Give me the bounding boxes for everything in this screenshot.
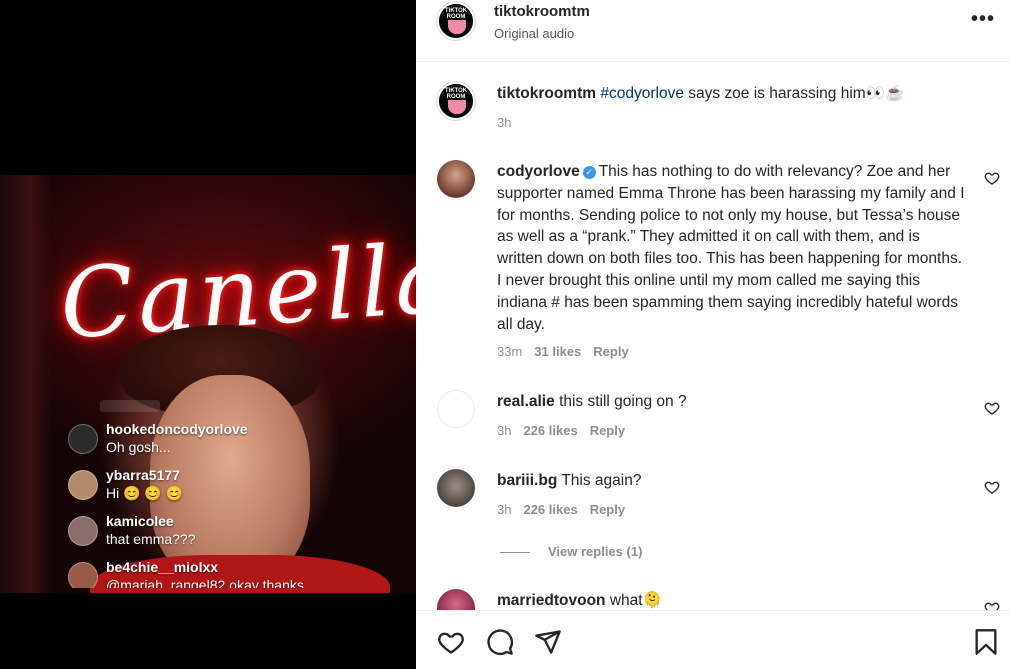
like-heart-icon[interactable] (984, 600, 1000, 610)
share-icon[interactable] (534, 628, 562, 656)
live-comment-user: be4chie__miolxx (106, 559, 219, 575)
reply-button[interactable]: Reply (590, 502, 625, 517)
avatar-logo-text: TIKTOK ROOM (444, 8, 468, 20)
post-panel: TIKTOK ROOM tiktokroomtm Original audio … (416, 0, 1009, 669)
comment-time: 3h (497, 502, 512, 517)
avatar (68, 516, 98, 546)
live-comment-text: that emma??? (106, 531, 196, 547)
comment-meta: 33m 31 likes Reply (497, 344, 629, 359)
verified-icon: ✓ (582, 166, 596, 179)
caption-text: says zoe is harassing him👀☕ (683, 85, 905, 102)
avatar[interactable] (437, 469, 475, 507)
comment-likes[interactable]: 226 likes (523, 502, 577, 517)
avatar-logo-text: TIKTOK ROOM (444, 88, 468, 100)
comment-icon[interactable] (486, 628, 514, 656)
comment-username[interactable]: codyorlove (497, 163, 580, 180)
heart-icon[interactable] (437, 628, 465, 656)
comment-body: bariii.bg This again? (497, 470, 967, 492)
video-edge-shadow (0, 175, 52, 593)
caption-hashtag[interactable]: #codyorlove (600, 85, 684, 102)
comment-meta: 3h 226 likes Reply (497, 502, 625, 517)
comment-username[interactable]: marriedtovoon (497, 592, 606, 609)
live-comment: kamicolee that emma??? (68, 512, 368, 558)
live-comments-list: hookedoncodyorlove Oh gosh... ybarra5177… (68, 420, 368, 588)
comment-likes[interactable]: 31 likes (534, 344, 581, 359)
action-bar (416, 610, 1009, 669)
comment-body: marriedtovoon what🫠 (497, 590, 967, 610)
post-media[interactable]: Canella hookedoncodyorlove Oh gosh... yb… (0, 0, 416, 669)
cup-icon (448, 100, 466, 114)
live-comment-text: Hi 😊 😊 😊 (106, 485, 184, 501)
post-header: TIKTOK ROOM tiktokroomtm Original audio … (416, 0, 1009, 62)
comment-likes[interactable]: 226 likes (523, 423, 577, 438)
avatar[interactable] (437, 390, 475, 428)
live-comment-user: hookedoncodyorlove (106, 421, 248, 437)
live-comment: be4chie__miolxx @mariah_rangel82 okay th… (68, 558, 368, 588)
live-comment-user: ybarra5177 (106, 467, 180, 483)
audio-label[interactable]: Original audio (494, 26, 574, 41)
live-comment: hookedoncodyorlove Oh gosh... (68, 420, 368, 466)
author-username[interactable]: tiktokroomtm (494, 3, 590, 20)
comment-text: This again? (561, 472, 642, 489)
divider (500, 552, 530, 554)
comment-body: codyorlove ✓ This has nothing to do with r… (497, 161, 967, 335)
comment-text: This has nothing to do with relevancy? Z… (497, 163, 965, 333)
view-replies-button[interactable]: View replies (1) (500, 544, 642, 559)
comment-username[interactable]: bariii.bg (497, 472, 557, 489)
faded-live-comment (100, 400, 160, 412)
bookmark-icon[interactable] (972, 628, 1000, 656)
caption-avatar[interactable]: TIKTOK ROOM (437, 82, 475, 120)
author-avatar[interactable]: TIKTOK ROOM (437, 2, 475, 40)
caption-username[interactable]: tiktokroomtm (497, 85, 596, 102)
view-replies-label: View replies (1) (548, 544, 643, 559)
live-comment-text: Oh gosh... (106, 439, 171, 455)
avatar[interactable] (437, 589, 475, 610)
like-heart-icon[interactable] (984, 400, 1000, 416)
reply-button[interactable]: Reply (590, 423, 625, 438)
live-comment-text: @mariah_rangel82 okay thanks (106, 577, 304, 588)
like-heart-icon[interactable] (984, 170, 1000, 186)
more-icon[interactable]: ••• (971, 8, 995, 31)
comment-time: 33m (497, 344, 523, 359)
avatar (68, 562, 98, 588)
comments-list[interactable]: TIKTOK ROOM tiktokroomtm #codyorlove say… (416, 62, 1009, 610)
cup-icon (448, 20, 466, 34)
comment-text: what🫠 (609, 592, 662, 609)
avatar (68, 424, 98, 454)
like-heart-icon[interactable] (984, 479, 1000, 495)
avatar (68, 470, 98, 500)
comment-meta: 3h 226 likes Reply (497, 423, 625, 438)
caption-time: 3h (497, 115, 512, 130)
comment-text: this still going on ? (559, 393, 687, 410)
caption: tiktokroomtm #codyorlove says zoe is har… (497, 83, 967, 105)
comment-body: real.alie this still going on ? (497, 391, 967, 413)
comment-time: 3h (497, 423, 512, 438)
avatar[interactable] (437, 160, 475, 198)
reply-button[interactable]: Reply (593, 344, 628, 359)
comment-username[interactable]: real.alie (497, 393, 555, 410)
live-comment: ybarra5177 Hi 😊 😊 😊 (68, 466, 368, 512)
live-comment-user: kamicolee (106, 513, 174, 529)
